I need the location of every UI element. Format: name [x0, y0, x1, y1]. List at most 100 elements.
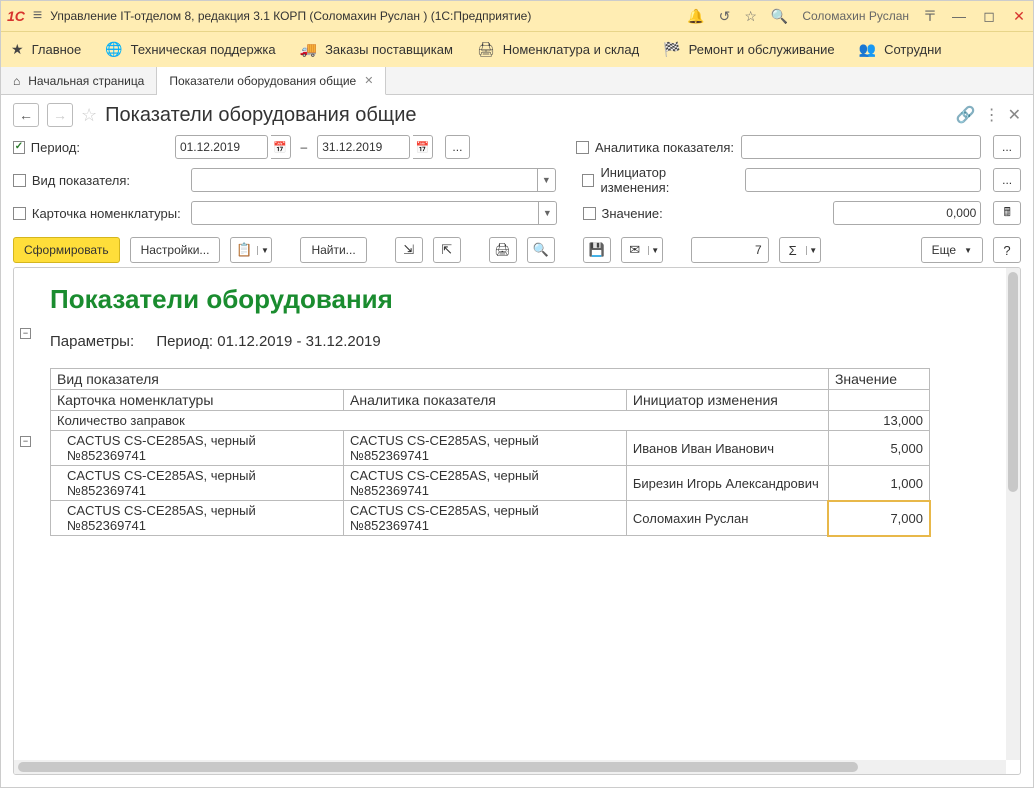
window-title: Управление IT-отделом 8, редакция 3.1 КО… — [50, 9, 679, 23]
col-initiator: Инициатор изменения — [626, 390, 828, 411]
report-content[interactable]: Показатели оборудования Параметры: Перио… — [38, 268, 1020, 774]
chevron-down-icon[interactable]: ▼ — [537, 169, 555, 191]
nav-staff[interactable]: 👥Сотрудни — [859, 41, 942, 58]
search-icon[interactable]: 🔍 — [771, 8, 788, 25]
settings-icon[interactable]: 〒 — [923, 6, 937, 26]
period-checkbox[interactable] — [13, 141, 25, 154]
period-more-button[interactable]: ... — [445, 135, 470, 159]
tree-collapse-2[interactable]: − — [20, 436, 31, 447]
date-to-input[interactable]: 31.12.2019 — [317, 135, 410, 159]
report-table: Вид показателя Значение Карточка номенкл… — [50, 368, 930, 536]
nav-stock[interactable]: 🖨Номенклатура и склад — [477, 41, 639, 58]
col-card: Карточка номенклатуры — [51, 390, 344, 411]
analytics-checkbox[interactable] — [576, 141, 589, 154]
tree-gutter: − − — [14, 268, 38, 774]
tab-home[interactable]: ⌂ Начальная страница — [1, 67, 157, 94]
nav-support[interactable]: 🌐Техническая поддержка — [105, 41, 275, 58]
more-icon[interactable]: ⋮ — [984, 105, 1000, 125]
toolbar: Сформировать Настройки... 📋▼ Найти... ⇲ … — [1, 233, 1033, 267]
menu-icon[interactable]: ≡ — [33, 7, 42, 25]
printer-icon: 🖨 — [477, 41, 495, 58]
group-row[interactable]: Количество заправок 13,000 — [51, 411, 930, 431]
close-button[interactable]: ✕ — [1011, 8, 1027, 25]
value-label: Значение: — [602, 206, 740, 221]
chevron-down-icon[interactable]: ▼ — [538, 202, 556, 224]
initiator-input[interactable] — [745, 168, 982, 192]
back-button[interactable]: ← — [13, 103, 39, 127]
value-checkbox[interactable] — [583, 207, 596, 220]
variant-button[interactable]: 📋▼ — [230, 237, 272, 263]
forward-button[interactable]: → — [47, 103, 73, 127]
vertical-scrollbar[interactable] — [1006, 268, 1020, 760]
settings-button[interactable]: Настройки... — [130, 237, 221, 263]
close-icon[interactable]: ✕ — [364, 74, 373, 87]
calendar-to-button[interactable]: 📅 — [413, 135, 433, 159]
user-name[interactable]: Соломахин Руслан — [802, 9, 909, 23]
more-button[interactable]: Еще▼ — [921, 237, 983, 263]
date-from-input[interactable]: 01.12.2019 — [175, 135, 268, 159]
find-button[interactable]: Найти... — [300, 237, 366, 263]
bell-icon[interactable]: 🔔 — [687, 8, 704, 25]
calc-button[interactable]: 🖩 — [993, 201, 1021, 225]
report-params: Параметры: Период: 01.12.2019 - 31.12.20… — [50, 333, 1008, 350]
count-input[interactable]: 7 — [691, 237, 769, 263]
save-button[interactable]: 💾 — [583, 237, 611, 263]
collapse-button[interactable]: ⇱ — [433, 237, 461, 263]
help-button[interactable]: ? — [993, 237, 1021, 263]
nav-repair[interactable]: 🏁Ремонт и обслуживание — [663, 41, 834, 58]
table-row[interactable]: CACTUS CS-CE285AS, черный №852369741 CAC… — [51, 501, 930, 536]
analytics-label: Аналитика показателя: — [595, 140, 735, 155]
card-label: Карточка номенклатуры: — [32, 206, 185, 221]
nav-main[interactable]: ★Главное — [11, 41, 81, 58]
card-input[interactable]: ▼ — [191, 201, 557, 225]
page-close-button[interactable]: ✕ — [1008, 105, 1021, 125]
dash: – — [301, 140, 308, 154]
col-analytics: Аналитика показателя — [344, 390, 627, 411]
initiator-checkbox[interactable] — [582, 174, 595, 187]
history-icon[interactable]: ↺ — [719, 8, 731, 25]
link-icon[interactable]: 🔗 — [956, 105, 976, 125]
table-header-row: Вид показателя Значение — [51, 369, 930, 390]
tree-collapse-1[interactable]: − — [20, 328, 31, 339]
titlebar: 1C ≡ Управление IT-отделом 8, редакция 3… — [1, 1, 1033, 31]
titlebar-icons: 🔔 ↺ ☆ 🔍 Соломахин Руслан 〒 — ◻ ✕ — [687, 6, 1027, 26]
type-input[interactable]: ▼ — [191, 168, 556, 192]
initiator-label: Инициатор изменения: — [600, 165, 738, 195]
initiator-more-button[interactable]: ... — [993, 168, 1021, 192]
table-row[interactable]: CACTUS CS-CE285AS, черный №852369741 CAC… — [51, 466, 930, 501]
period-label: Период: — [31, 140, 169, 155]
filters-panel: Период: 01.12.2019 📅 – 31.12.2019 📅 ... … — [1, 135, 1033, 233]
tab-bar: ⌂ Начальная страница Показатели оборудов… — [1, 67, 1033, 95]
favorite-icon[interactable]: ☆ — [81, 105, 97, 126]
preview-button[interactable]: 🔍 — [527, 237, 555, 263]
horizontal-scrollbar[interactable] — [14, 760, 1006, 774]
analytics-more-button[interactable]: ... — [993, 135, 1021, 159]
globe-icon: 🌐 — [105, 41, 122, 58]
page-header: ← → ☆ Показатели оборудования общие 🔗 ⋮ … — [1, 95, 1033, 135]
truck-icon: 🚚 — [300, 41, 317, 58]
star-icon: ★ — [11, 41, 24, 58]
print-button[interactable]: 🖨 — [489, 237, 517, 263]
flag-icon: 🏁 — [663, 41, 680, 58]
analytics-input[interactable] — [741, 135, 981, 159]
expand-button[interactable]: ⇲ — [395, 237, 423, 263]
nav-orders[interactable]: 🚚Заказы поставщикам — [300, 41, 453, 58]
home-icon: ⌂ — [13, 74, 20, 88]
type-label: Вид показателя: — [32, 173, 185, 188]
generate-button[interactable]: Сформировать — [13, 237, 120, 263]
logo-1c: 1C — [7, 8, 25, 24]
calendar-from-button[interactable]: 📅 — [271, 135, 291, 159]
type-checkbox[interactable] — [13, 174, 26, 187]
maximize-button[interactable]: ◻ — [981, 8, 997, 25]
table-row[interactable]: CACTUS CS-CE285AS, черный №852369741 CAC… — [51, 431, 930, 466]
minimize-button[interactable]: — — [951, 8, 967, 24]
users-icon: 👥 — [859, 41, 876, 58]
value-input[interactable]: 0,000 — [833, 201, 981, 225]
card-checkbox[interactable] — [13, 207, 26, 220]
tab-active[interactable]: Показатели оборудования общие ✕ — [157, 67, 386, 95]
sum-button[interactable]: Σ▼ — [779, 237, 821, 263]
col-value: Значение — [828, 369, 929, 390]
star-icon[interactable]: ☆ — [744, 8, 757, 25]
table-subheader-row: Карточка номенклатуры Аналитика показате… — [51, 390, 930, 411]
email-button[interactable]: ✉▼ — [621, 237, 663, 263]
